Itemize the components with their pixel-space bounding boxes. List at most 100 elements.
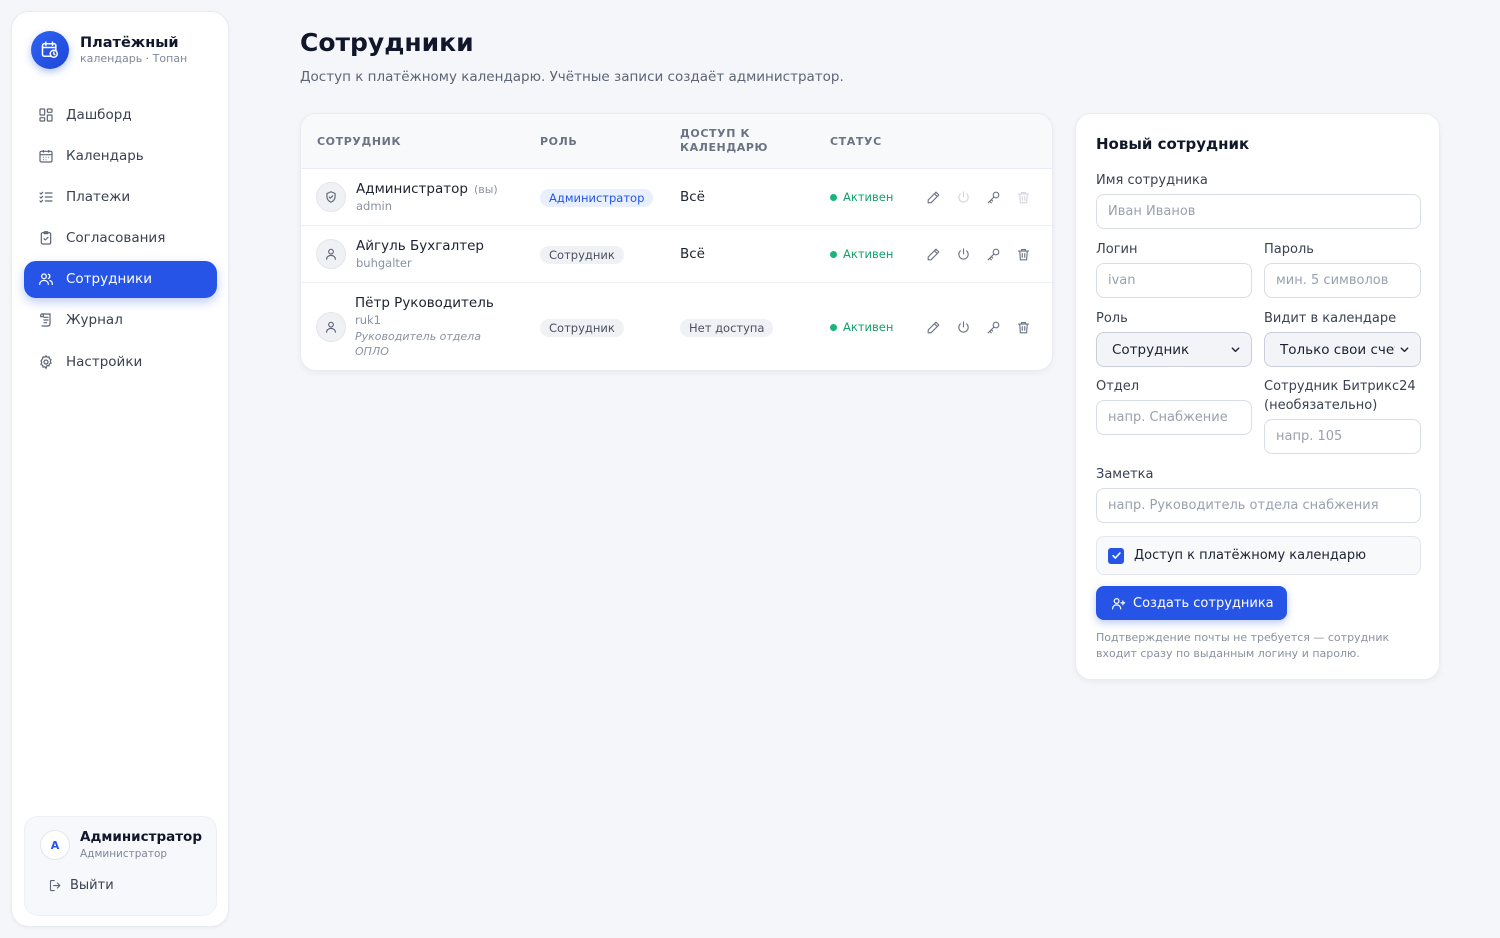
edit-button[interactable] (926, 188, 956, 206)
sidebar-item-employees[interactable]: Сотрудники (24, 260, 217, 298)
trash-icon (1017, 248, 1030, 260)
trash-icon (1017, 191, 1030, 203)
column-header-status: Статус (830, 135, 882, 148)
logout-button[interactable]: Выйти (48, 878, 114, 893)
employee-name: Администратор (вы) (356, 181, 498, 197)
users-icon (37, 270, 55, 288)
name-label: Имя сотрудника (1096, 173, 1208, 188)
avatar: A (40, 830, 70, 860)
role-badge: Сотрудник (540, 246, 624, 264)
note-input[interactable] (1096, 488, 1421, 523)
department-input[interactable] (1096, 400, 1252, 435)
sidebar-item-payments[interactable]: Платежи (24, 178, 217, 215)
bitrix-id-input[interactable] (1264, 419, 1421, 454)
edit-button[interactable] (926, 318, 956, 336)
pencil-icon (927, 191, 940, 203)
sidebar-item-settings[interactable]: Настройки (24, 343, 217, 380)
access-badge: Нет доступа (680, 319, 774, 337)
sidebar-item-calendar[interactable]: Календарь (24, 137, 217, 174)
calendar-access-label: Доступ к платёжному календарю (1134, 548, 1367, 563)
key-icon (987, 248, 1000, 260)
name-input[interactable] (1096, 194, 1421, 229)
pencil-icon (927, 248, 940, 260)
status-dot (830, 250, 837, 258)
sidebar-item-label: Сотрудники (66, 271, 152, 288)
you-marker: (вы) (473, 183, 498, 196)
page-title: Сотрудники (300, 28, 474, 57)
toggle-active-button[interactable] (956, 188, 986, 206)
delete-button[interactable] (1016, 318, 1046, 336)
employee-login: ruk1 (355, 313, 381, 327)
sidebar-item-label: Платежи (66, 188, 131, 205)
brand[interactable]: Платёжный календарь · Топан (31, 31, 187, 69)
gear-icon (37, 353, 55, 371)
edit-button[interactable] (926, 245, 956, 263)
department-label: Отдел (1096, 379, 1140, 394)
sidebar-item-label: Согласования (66, 230, 166, 247)
access-value: Всё (680, 246, 705, 262)
page-subtitle: Доступ к платёжному календарю. Учётные з… (300, 69, 844, 85)
role-select[interactable]: Сотрудник (1096, 332, 1252, 367)
delete-button[interactable] (1016, 188, 1046, 206)
form-hint: Подтверждение почты не требуется — сотру… (1096, 631, 1390, 660)
calendar-access-option: Доступ к платёжному календарю (1096, 536, 1421, 575)
create-employee-label: Создать сотрудника (1133, 595, 1274, 611)
employee-login: buhgalter (356, 256, 412, 270)
toggle-active-button[interactable] (956, 245, 986, 263)
logout-icon (48, 878, 63, 893)
checkmark-icon (1111, 552, 1121, 559)
calendar-icon (37, 147, 55, 165)
role-badge: Администратор (540, 189, 654, 207)
sidebar-item-approvals[interactable]: Согласования (24, 220, 217, 257)
calendar-access-checkbox[interactable] (1108, 547, 1124, 564)
brand-subtitle: календарь · Топан (80, 52, 188, 65)
toggle-active-button[interactable] (956, 318, 986, 336)
visibility-select[interactable]: Только свои счет (1264, 332, 1421, 367)
dashboard-icon (37, 106, 55, 124)
row-actions (926, 318, 1046, 336)
form-title: Новый сотрудник (1096, 135, 1250, 153)
sidebar-nav: Дашборд Календарь Платежи Согласования С… (24, 96, 217, 384)
new-employee-form: Новый сотрудник Имя сотрудника Логин Пар… (1075, 113, 1440, 680)
reset-password-button[interactable] (986, 245, 1016, 263)
role-badge: Сотрудник (540, 319, 624, 337)
bitrix-label-line-2: (необязательно) (1264, 398, 1378, 413)
current-user-role: Администратор (80, 848, 168, 860)
power-icon (958, 247, 969, 260)
sidebar: Платёжный календарь · Топан Дашборд Кале… (11, 11, 229, 927)
password-input[interactable] (1264, 263, 1421, 298)
sidebar-item-journal[interactable]: Журнал (24, 302, 217, 339)
user-icon (316, 239, 346, 269)
current-user-name: Администратор (80, 829, 202, 845)
sidebar-item-label: Календарь (66, 147, 144, 164)
status-badge: Активен (830, 247, 893, 261)
clipboard-check-icon (37, 229, 55, 247)
shield-icon (316, 182, 346, 212)
table-row: Пётр Руководитель ruk1 Руководитель отде… (301, 283, 1052, 370)
current-user-panel: A Администратор Администратор Выйти (24, 816, 217, 916)
chevron-down-icon (1399, 344, 1410, 355)
list-check-icon (37, 188, 55, 206)
table-row: Айгуль Бухгалтер buhgalter Сотрудник Всё… (301, 226, 1052, 283)
role-select-value: Сотрудник (1112, 341, 1190, 358)
employee-name-text: Администратор (356, 181, 468, 197)
sidebar-item-label: Настройки (66, 353, 143, 370)
create-employee-button[interactable]: Создать сотрудника (1096, 586, 1287, 620)
table-row: Администратор (вы) admin Администратор Вс… (301, 169, 1052, 226)
delete-button[interactable] (1016, 245, 1046, 263)
reset-password-button[interactable] (986, 188, 1016, 206)
reset-password-button[interactable] (986, 318, 1016, 336)
scroll-icon (37, 311, 55, 329)
visibility-select-value: Только свои счет (1280, 341, 1395, 358)
status-badge: Активен (830, 190, 893, 204)
table-header: Сотрудник Роль Доступ к календарю Статус (301, 114, 1052, 169)
login-input[interactable] (1096, 263, 1252, 298)
role-label: Роль (1096, 311, 1128, 326)
power-icon (958, 190, 969, 203)
bitrix-label: Сотрудник Битрикс24 (необязательно) (1264, 377, 1416, 415)
status-text: Активен (843, 320, 894, 334)
visibility-label: Видит в календаре (1264, 311, 1397, 326)
sidebar-item-dashboard[interactable]: Дашборд (24, 96, 217, 133)
logout-label: Выйти (70, 878, 114, 893)
row-actions (926, 188, 1046, 206)
